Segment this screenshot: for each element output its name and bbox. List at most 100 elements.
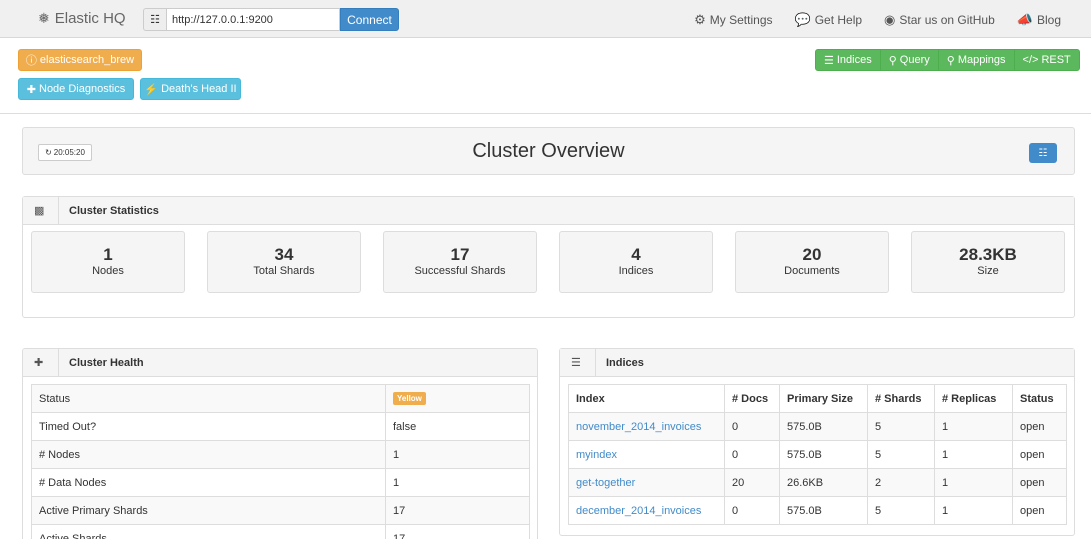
stat-size: 28.3KB Size	[911, 231, 1065, 293]
stat-indices: 4 Indices	[559, 231, 713, 293]
get-help-link[interactable]: 💬 Get Help	[795, 12, 863, 28]
column-header[interactable]: # Replicas	[934, 384, 1013, 413]
ambulance-icon: ✚	[26, 83, 36, 96]
node-button[interactable]: ⚡ Death's Head II	[140, 78, 241, 100]
my-settings-link[interactable]: ⚙ My Settings	[694, 12, 772, 28]
shards-cell: 5	[867, 496, 935, 525]
rest-nav-button[interactable]: </> REST	[1013, 49, 1080, 71]
primary-size-cell: 26.6KB	[779, 468, 868, 497]
index-link[interactable]: december_2014_invoices	[576, 505, 701, 517]
table-row: Timed Out? false	[31, 412, 530, 441]
stat-label: Indices	[618, 265, 654, 277]
primary-size-cell: 575.0B	[779, 440, 868, 469]
top-links: ⚙ My Settings 💬 Get Help ◉ Star us on GitHu…	[694, 12, 1061, 28]
bar-chart-icon: ▩	[34, 205, 45, 217]
connect-form: ☷ Connect	[143, 8, 399, 31]
connect-button[interactable]: Connect	[340, 8, 399, 31]
status-badge: Yellow	[393, 392, 426, 405]
stat-label: Total Shards	[253, 265, 315, 277]
panel-title: Cluster Statistics	[69, 204, 159, 217]
index-name-cell: december_2014_invoices	[568, 496, 725, 525]
column-header[interactable]: Status	[1012, 384, 1067, 413]
docs-cell: 0	[724, 412, 780, 441]
health-label: Status	[31, 384, 386, 413]
health-value: 17	[385, 496, 530, 525]
primary-size-cell: 575.0B	[779, 496, 868, 525]
my-settings-label: My Settings	[709, 13, 773, 27]
stat-total-shards: 34 Total Shards	[207, 231, 361, 293]
index-link[interactable]: myindex	[576, 449, 617, 461]
list-icon: ☰	[824, 54, 834, 67]
stat-value: 34	[274, 245, 294, 264]
table-row: Status Yellow	[31, 384, 530, 413]
table-row: december_2014_invoices 0 575.0B 5 1 open	[568, 496, 1067, 525]
stat-label: Successful Shards	[414, 265, 506, 277]
query-nav-button[interactable]: ⚲ Query	[879, 49, 939, 71]
sitemap-icon: ☷	[143, 8, 166, 31]
search-icon: ⚲	[888, 54, 897, 67]
bolt-icon: ⚡	[144, 83, 159, 96]
main-nav-group: ☰ Indices ⚲ Query ⚲ Mappings </> REST	[815, 49, 1080, 71]
table-row: Active Primary Shards 17	[31, 496, 530, 525]
status-cell: open	[1012, 440, 1067, 469]
docs-cell: 0	[724, 440, 780, 469]
node-button-label: Death's Head II	[161, 83, 237, 95]
indices-nav-label: Indices	[836, 54, 872, 66]
health-value: 1	[385, 468, 530, 497]
column-header[interactable]: # Shards	[867, 384, 935, 413]
table-row: november_2014_invoices 0 575.0B 5 1 open	[568, 412, 1067, 441]
indices-table: Index # Docs Primary Size # Shards # Rep…	[568, 384, 1067, 525]
docs-cell: 20	[724, 468, 780, 497]
divider	[0, 113, 1091, 114]
column-header[interactable]: Primary Size	[779, 384, 868, 413]
cluster-topology-button[interactable]: ☷	[1029, 143, 1057, 163]
url-input[interactable]	[166, 8, 340, 31]
column-header[interactable]: Index	[568, 384, 725, 413]
brand[interactable]: ❅ Elastic HQ	[38, 10, 126, 27]
github-link[interactable]: ◉ Star us on GitHub	[884, 12, 995, 28]
dashboard-icon: ❅	[38, 10, 50, 26]
index-link[interactable]: november_2014_invoices	[576, 421, 701, 433]
health-label: # Nodes	[31, 440, 386, 469]
node-diagnostics-button[interactable]: ✚ Node Diagnostics	[18, 78, 134, 100]
shards-cell: 2	[867, 468, 935, 497]
stat-value: 17	[450, 245, 470, 264]
replicas-cell: 1	[934, 440, 1013, 469]
column-header[interactable]: # Docs	[724, 384, 780, 413]
brand-label: Elastic HQ	[54, 10, 126, 27]
index-name-cell: get-together	[568, 468, 725, 497]
primary-size-cell: 575.0B	[779, 412, 868, 441]
shards-cell: 5	[867, 440, 935, 469]
blog-link[interactable]: 📣 Blog	[1017, 12, 1061, 28]
table-row: # Nodes 1	[31, 440, 530, 469]
stat-label: Documents	[784, 265, 840, 277]
indices-nav-button[interactable]: ☰ Indices	[815, 49, 881, 71]
stat-value: 20	[802, 245, 822, 264]
index-link[interactable]: get-together	[576, 477, 635, 489]
health-label: Active Primary Shards	[31, 496, 386, 525]
ambulance-icon: ✚	[34, 357, 44, 369]
status-cell: open	[1012, 496, 1067, 525]
status-cell: open	[1012, 468, 1067, 497]
health-label: # Data Nodes	[31, 468, 386, 497]
map-marker-icon: ⚲	[946, 54, 955, 67]
cluster-health-table: Status Yellow Timed Out? false # Nodes 1…	[31, 384, 530, 539]
cluster-button-label: elasticsearch_brew	[39, 54, 135, 66]
health-value: Yellow	[385, 384, 530, 413]
cluster-overview-header: ↻ 20:05:20 Cluster Overview ☷	[22, 127, 1075, 175]
query-nav-label: Query	[899, 54, 930, 66]
stat-label: Nodes	[92, 265, 124, 277]
index-name-cell: myindex	[568, 440, 725, 469]
panel-header: ✚ Cluster Health	[23, 349, 537, 377]
health-value: 17	[385, 524, 530, 539]
health-value: 1	[385, 440, 530, 469]
panel-header: ☰ Indices	[560, 348, 1074, 377]
stat-value: 28.3KB	[959, 245, 1017, 264]
chat-bubble-icon: 💬	[794, 12, 811, 27]
sitemap-icon: ☷	[1038, 147, 1048, 159]
mappings-nav-button[interactable]: ⚲ Mappings	[937, 49, 1015, 71]
gear-icon: ⚙	[694, 12, 706, 27]
cluster-health-panel: ✚ Cluster Health Status Yellow Timed Out…	[22, 348, 538, 539]
cluster-button[interactable]: ⓘ elasticsearch_brew	[18, 49, 142, 71]
table-row: # Data Nodes 1	[31, 468, 530, 497]
